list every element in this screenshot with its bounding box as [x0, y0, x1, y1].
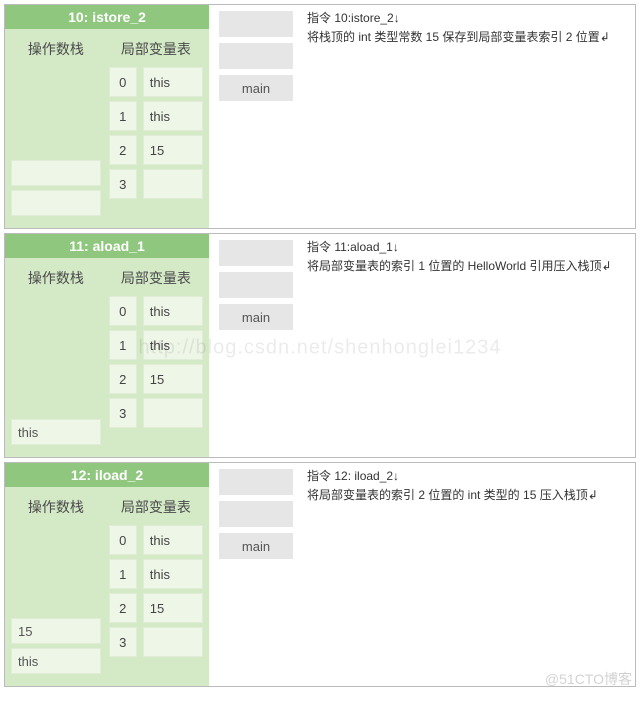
- local-val: this: [143, 559, 203, 589]
- cmd-line: 指令 11:aload_1↓: [307, 238, 627, 257]
- cmd-line: 指令 10:istore_2↓: [307, 9, 627, 28]
- call-slot-empty: [219, 501, 293, 527]
- local-row: 215: [109, 364, 203, 394]
- local-idx: 0: [109, 296, 137, 326]
- call-stack: main: [209, 463, 299, 686]
- instruction-title: 11: aload_1: [5, 234, 209, 258]
- local-idx: 2: [109, 135, 137, 165]
- call-slot-empty: [219, 272, 293, 298]
- locals-table: 0this 1this 215 3: [109, 67, 203, 199]
- local-row: 3: [109, 627, 203, 657]
- local-idx: 3: [109, 398, 137, 428]
- step-row: 12: iload_2 操作数栈 this 15 局部变量表 0this 1th…: [4, 462, 636, 687]
- local-row: 215: [109, 593, 203, 623]
- call-slot-main: main: [219, 533, 293, 559]
- local-idx: 2: [109, 593, 137, 623]
- call-slot-empty: [219, 469, 293, 495]
- local-row: 0this: [109, 525, 203, 555]
- local-val: [143, 627, 203, 657]
- locals-panel: 局部变量表 0this 1this 215 3: [109, 493, 203, 680]
- locals-panel: 局部变量表 0this 1this 215 3: [109, 35, 203, 222]
- instruction-title: 12: iload_2: [5, 463, 209, 487]
- stack-slot: [11, 190, 101, 216]
- stack-frame: 操作数栈 局部变量表 0this 1this 215 3: [5, 29, 209, 228]
- vm-diagram: 12: iload_2 操作数栈 this 15 局部变量表 0this 1th…: [5, 463, 209, 686]
- locals-label: 局部变量表: [109, 35, 203, 67]
- call-slot-empty: [219, 43, 293, 69]
- desc-line: 将栈顶的 int 类型常数 15 保存到局部变量表索引 2 位置↲: [307, 28, 627, 47]
- local-val: this: [143, 330, 203, 360]
- local-idx: 1: [109, 559, 137, 589]
- vm-diagram: 10: istore_2 操作数栈 局部变量表 0this 1this 215 …: [5, 5, 209, 228]
- locals-table: 0this 1this 215 3: [109, 296, 203, 428]
- local-idx: 0: [109, 67, 137, 97]
- description: 指令 10:istore_2↓ 将栈顶的 int 类型常数 15 保存到局部变量…: [299, 5, 635, 228]
- local-val: 15: [143, 364, 203, 394]
- instruction-title: 10: istore_2: [5, 5, 209, 29]
- operand-panel: 操作数栈 this 15: [11, 493, 101, 680]
- vm-diagram: 11: aload_1 操作数栈 this 局部变量表 0this 1this …: [5, 234, 209, 457]
- local-row: 215: [109, 135, 203, 165]
- stack-frame: 操作数栈 this 15 局部变量表 0this 1this 215 3: [5, 487, 209, 686]
- stack-frame: 操作数栈 this 局部变量表 0this 1this 215 3: [5, 258, 209, 457]
- operand-stack: this: [11, 296, 101, 451]
- local-row: 3: [109, 398, 203, 428]
- step-row: 11: aload_1 操作数栈 this 局部变量表 0this 1this …: [4, 233, 636, 458]
- desc-line: 将局部变量表的索引 2 位置的 int 类型的 15 压入栈顶↲: [307, 486, 627, 505]
- local-val: [143, 398, 203, 428]
- stack-slot: [11, 160, 101, 186]
- operand-label: 操作数栈: [11, 493, 101, 525]
- local-idx: 3: [109, 627, 137, 657]
- call-slot-empty: [219, 240, 293, 266]
- step-row: 10: istore_2 操作数栈 局部变量表 0this 1this 215 …: [4, 4, 636, 229]
- cmd-line: 指令 12: iload_2↓: [307, 467, 627, 486]
- local-val: 15: [143, 135, 203, 165]
- stack-slot: this: [11, 419, 101, 445]
- locals-label: 局部变量表: [109, 493, 203, 525]
- description: 指令 12: iload_2↓ 将局部变量表的索引 2 位置的 int 类型的 …: [299, 463, 635, 686]
- locals-table: 0this 1this 215 3: [109, 525, 203, 657]
- call-stack: main: [209, 5, 299, 228]
- local-idx: 1: [109, 101, 137, 131]
- local-idx: 2: [109, 364, 137, 394]
- stack-slot: 15: [11, 618, 101, 644]
- description: 指令 11:aload_1↓ 将局部变量表的索引 1 位置的 HelloWorl…: [299, 234, 635, 457]
- local-idx: 3: [109, 169, 137, 199]
- local-val: this: [143, 101, 203, 131]
- call-slot-main: main: [219, 304, 293, 330]
- local-val: this: [143, 67, 203, 97]
- operand-stack: [11, 67, 101, 222]
- locals-panel: 局部变量表 0this 1this 215 3: [109, 264, 203, 451]
- local-val: [143, 169, 203, 199]
- call-stack: main: [209, 234, 299, 457]
- local-row: 0this: [109, 296, 203, 326]
- desc-line: 将局部变量表的索引 1 位置的 HelloWorld 引用压入栈顶↲: [307, 257, 627, 276]
- operand-label: 操作数栈: [11, 35, 101, 67]
- call-slot-main: main: [219, 75, 293, 101]
- operand-panel: 操作数栈: [11, 35, 101, 222]
- operand-label: 操作数栈: [11, 264, 101, 296]
- local-idx: 0: [109, 525, 137, 555]
- local-row: 1this: [109, 330, 203, 360]
- operand-stack: this 15: [11, 525, 101, 680]
- local-row: 1this: [109, 559, 203, 589]
- local-val: this: [143, 296, 203, 326]
- call-slot-empty: [219, 11, 293, 37]
- local-row: 0this: [109, 67, 203, 97]
- local-row: 1this: [109, 101, 203, 131]
- local-val: 15: [143, 593, 203, 623]
- local-val: this: [143, 525, 203, 555]
- local-row: 3: [109, 169, 203, 199]
- operand-panel: 操作数栈 this: [11, 264, 101, 451]
- locals-label: 局部变量表: [109, 264, 203, 296]
- local-idx: 1: [109, 330, 137, 360]
- stack-slot: this: [11, 648, 101, 674]
